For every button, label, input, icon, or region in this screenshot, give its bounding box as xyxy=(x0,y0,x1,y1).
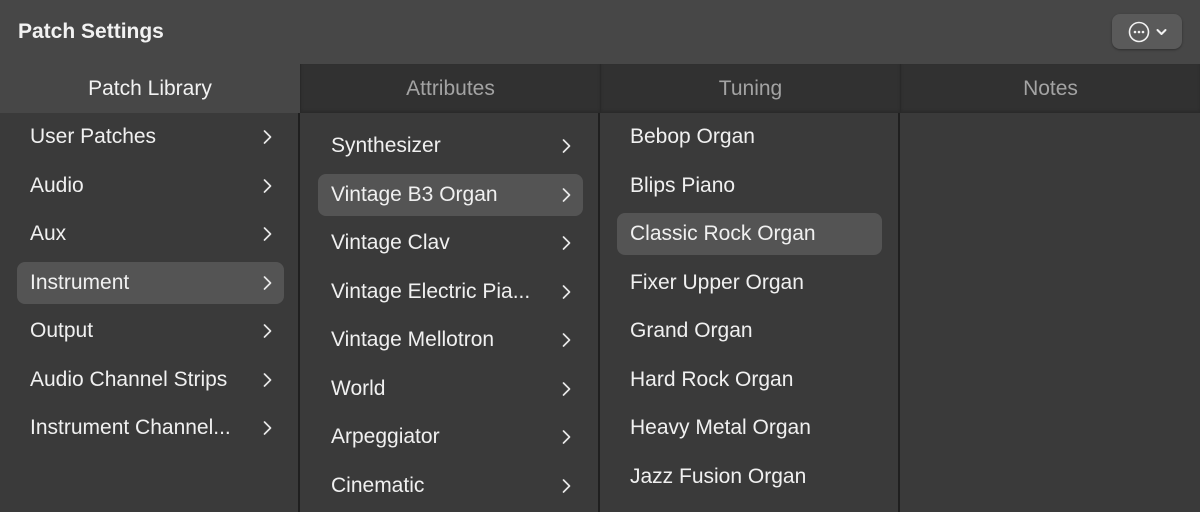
patch-library-column: User Patches Audio Aux Instrument Output Audi… xyxy=(0,113,300,512)
library-item-label: Instrument Channel... xyxy=(30,416,231,439)
category-item[interactable]: World xyxy=(318,368,583,410)
chevron-right-icon xyxy=(559,234,571,252)
library-item[interactable]: Instrument xyxy=(17,261,284,304)
patch-item[interactable]: Jazz Fusion Organ xyxy=(617,456,882,498)
tab-notes[interactable]: Notes xyxy=(900,64,1200,113)
library-item[interactable]: Audio Channel Strips xyxy=(17,359,284,401)
library-item-label: User Patches xyxy=(30,125,157,148)
category-item-label: Vintage Mellotron xyxy=(331,328,495,351)
patch-item[interactable]: Grand Organ xyxy=(617,310,882,352)
category-item[interactable]: Vintage Clav xyxy=(318,222,583,264)
chevron-right-icon xyxy=(260,274,272,292)
tab-patch-library[interactable]: Patch Library xyxy=(0,64,300,113)
library-item-label: Aux xyxy=(30,222,67,245)
patch-item-label: Bebop Organ xyxy=(630,125,755,148)
tab-attributes[interactable]: Attributes xyxy=(300,64,600,113)
category-item[interactable]: Vintage Mellotron xyxy=(318,319,583,361)
chevron-right-icon xyxy=(559,380,571,398)
ellipsis-circle-icon xyxy=(1128,21,1150,43)
patch-item[interactable]: Heavy Metal Organ xyxy=(617,407,882,449)
patch-item-label: Blips Piano xyxy=(630,173,736,197)
library-item-label: Audio xyxy=(30,173,84,197)
chevron-right-icon xyxy=(559,477,571,495)
tab-tuning[interactable]: Tuning xyxy=(600,64,900,113)
patch-item-label: Classic Rock Organ xyxy=(630,222,816,245)
empty-column xyxy=(900,113,1200,512)
chevron-right-icon xyxy=(260,419,272,437)
category-item[interactable]: Synthesizer xyxy=(318,125,583,167)
patch-item-label: Grand Organ xyxy=(630,319,753,342)
patch-item-label: Heavy Metal Organ xyxy=(630,416,811,439)
chevron-right-icon xyxy=(559,283,571,301)
library-item-label: Instrument xyxy=(30,270,130,294)
patch-item[interactable]: Hard Rock Organ xyxy=(617,359,882,401)
chevron-right-icon xyxy=(559,331,571,349)
chevron-right-icon xyxy=(260,322,272,340)
patch-item[interactable]: Bebop Organ xyxy=(617,116,882,158)
patch-item-label: Hard Rock Organ xyxy=(630,367,794,391)
patch-item-label: Fixer Upper Organ xyxy=(630,270,804,294)
library-item[interactable]: Instrument Channel... xyxy=(17,407,284,449)
patch-item[interactable]: Blips Piano xyxy=(617,165,882,207)
chevron-right-icon xyxy=(260,225,272,243)
title-bar: Patch Settings xyxy=(0,0,1200,64)
category-item-label: Vintage B3 Organ xyxy=(331,182,498,206)
window-title: Patch Settings xyxy=(18,20,164,43)
category-column: Synthesizer Vintage B3 Organ Vintage Clav V… xyxy=(300,113,600,512)
category-item-label: World xyxy=(331,376,386,400)
category-item[interactable]: Arpeggiator xyxy=(318,416,583,458)
chevron-down-icon xyxy=(1156,28,1167,36)
chevron-right-icon xyxy=(559,137,571,155)
category-item-label: Vintage Electric Pia... xyxy=(331,279,531,303)
category-item-label: Cinematic xyxy=(331,473,425,497)
chevron-right-icon xyxy=(260,177,272,195)
chevron-right-icon xyxy=(260,371,272,389)
browser-columns: User Patches Audio Aux Instrument Output Audi… xyxy=(0,113,1200,512)
patch-item[interactable]: Classic Rock Organ xyxy=(617,213,882,255)
library-item-label: Output xyxy=(30,319,94,342)
library-item-label: Audio Channel Strips xyxy=(30,367,228,391)
category-item[interactable]: Cinematic xyxy=(318,465,583,507)
patch-item-label: Jazz Fusion Organ xyxy=(630,464,807,488)
library-item[interactable]: Audio xyxy=(17,165,284,207)
patch-column: Bebop Organ Blips Piano Classic Rock Organ… xyxy=(600,113,900,512)
more-options-button[interactable] xyxy=(1112,14,1182,49)
category-item-label: Vintage Clav xyxy=(331,231,450,254)
chevron-right-icon xyxy=(559,428,571,446)
library-item[interactable]: User Patches xyxy=(17,116,284,158)
category-item-label: Arpeggiator xyxy=(331,425,440,448)
library-item[interactable]: Output xyxy=(17,310,284,352)
chevron-right-icon xyxy=(260,128,272,146)
library-item[interactable]: Aux xyxy=(17,213,284,255)
chevron-right-icon xyxy=(559,186,571,204)
category-item[interactable]: Vintage Electric Pia... xyxy=(318,271,583,313)
patch-item[interactable]: Fixer Upper Organ xyxy=(617,262,882,304)
category-item[interactable]: Vintage B3 Organ xyxy=(318,173,583,216)
category-item-label: Synthesizer xyxy=(331,134,441,157)
tab-bar: Patch Library Attributes Tuning Notes xyxy=(0,64,1200,113)
